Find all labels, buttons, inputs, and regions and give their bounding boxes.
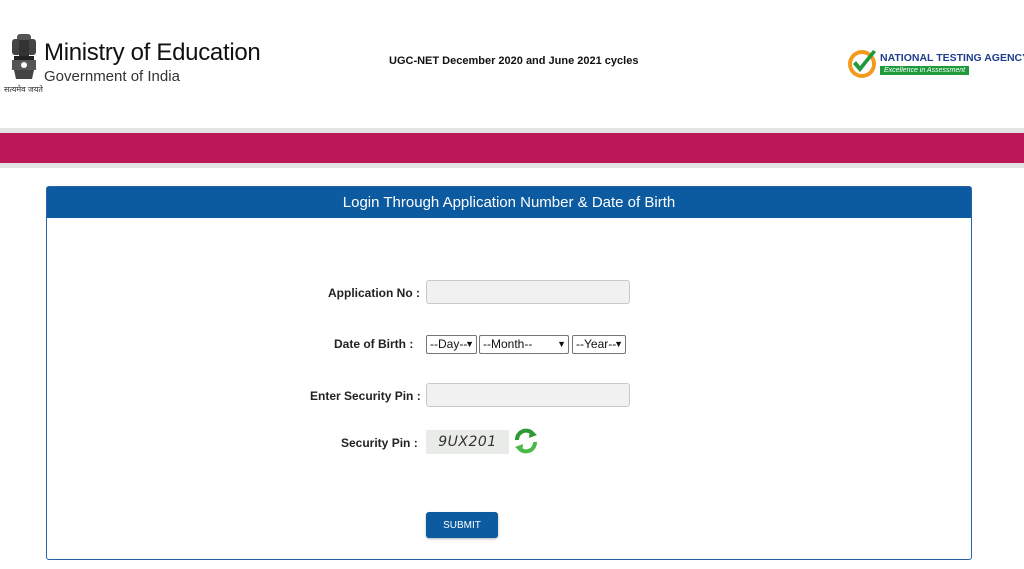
login-panel: Login Through Application Number & Date … (46, 186, 972, 560)
day-select[interactable]: --Day-- ▼ (426, 335, 477, 354)
agency-tagline: Excellence in Assessment (880, 66, 970, 75)
security-pin-label: Security Pin : (341, 436, 418, 450)
application-no-label: Application No : (328, 286, 420, 300)
band-divider-bottom (0, 163, 1024, 168)
header-color-band (0, 133, 1024, 163)
ministry-subtitle: Government of India (44, 68, 180, 85)
submit-button[interactable]: SUBMIT (426, 512, 498, 538)
application-no-input[interactable] (426, 280, 630, 304)
login-panel-title: Login Through Application Number & Date … (47, 187, 971, 218)
exam-cycle-title: UGC-NET December 2020 and June 2021 cycl… (389, 55, 639, 67)
date-of-birth-label: Date of Birth : (334, 337, 414, 351)
agency-name: NATIONAL TESTING AGENCY (880, 52, 1024, 64)
ministry-title: Ministry of Education (44, 39, 261, 66)
chevron-down-icon: ▼ (614, 339, 623, 349)
year-select-value: --Year-- (576, 337, 617, 351)
security-pin-input-label: Enter Security Pin : (310, 389, 421, 403)
chevron-down-icon: ▼ (465, 339, 474, 349)
day-select-value: --Day-- (430, 337, 468, 351)
refresh-icon[interactable] (513, 427, 539, 455)
site-header: सत्यमेव जयते Ministry of Education Gover… (0, 0, 1024, 128)
month-select[interactable]: --Month-- ▼ (479, 335, 569, 354)
security-pin-input[interactable] (426, 383, 630, 407)
captcha-image: 9UX201 (426, 430, 509, 454)
month-select-value: --Month-- (483, 337, 533, 351)
nta-logo-icon (848, 50, 876, 78)
year-select[interactable]: --Year-- ▼ (572, 335, 626, 354)
chevron-down-icon: ▼ (557, 339, 566, 349)
emblem-caption: सत्यमेव जयते (4, 85, 43, 94)
